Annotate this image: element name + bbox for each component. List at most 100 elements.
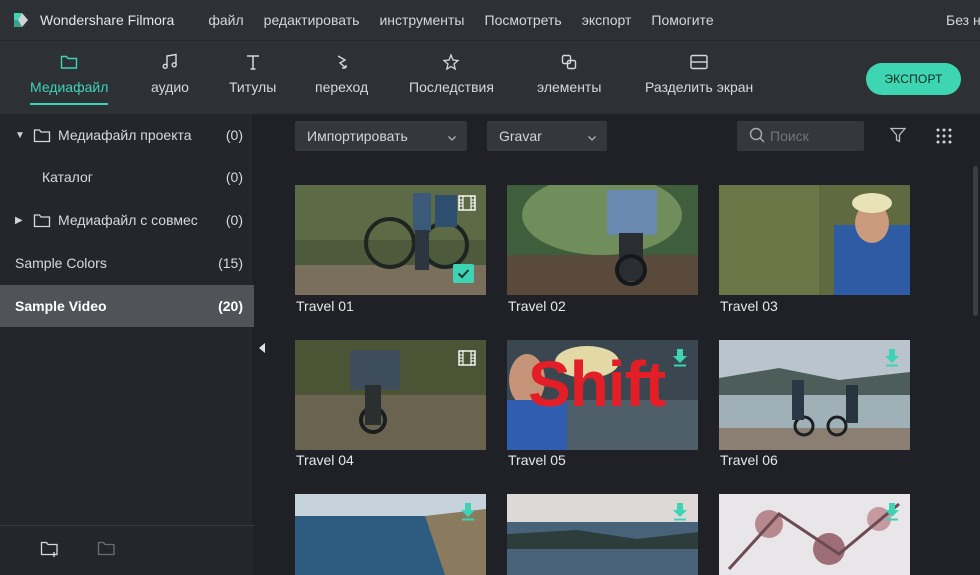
menu-view[interactable]: Посмотреть (485, 12, 562, 28)
sidebar-item-project-media[interactable]: ▼ Медиафайл проекта (0) (0, 114, 254, 156)
folder-icon (60, 51, 78, 73)
media-item-label: Travel 03 (720, 298, 778, 314)
sidebar-item-count: (0) (225, 127, 243, 143)
scrollbar-thumb[interactable] (973, 166, 978, 316)
video-thumbnail (719, 185, 910, 295)
import-dropdown-label: Импортировать (307, 128, 408, 144)
tab-effects[interactable]: Последствия (409, 51, 494, 95)
search-box[interactable] (737, 121, 864, 151)
project-title: Без н (946, 12, 980, 28)
media-item-travel-04[interactable] (295, 340, 486, 450)
sidebar-item-count: (20) (218, 298, 243, 314)
sidebar-item-catalog[interactable]: Каталог (0) (0, 156, 254, 198)
tab-split-screen[interactable]: Разделить экран (645, 51, 753, 95)
export-button[interactable]: ЭКСПОРТ (866, 63, 961, 95)
media-item-label: Travel 01 (296, 298, 354, 314)
video-film-icon (458, 350, 476, 371)
sidebar-item-label: Медиафайл с совмес (58, 212, 198, 228)
search-icon (749, 127, 765, 146)
video-thumbnail (295, 494, 486, 575)
folder-disabled-icon (97, 540, 117, 563)
tab-transitions[interactable]: переход (315, 51, 368, 95)
tab-media-label: Медиафайл (30, 79, 109, 95)
sidebar-item-label: Медиафайл проекта (58, 127, 192, 143)
sidebar-item-label: Sample Colors (15, 255, 107, 271)
collapse-left-arrow-icon[interactable] (258, 340, 266, 358)
chevron-down-icon (587, 130, 597, 146)
tab-effects-label: Последствия (409, 79, 494, 95)
filter-icon[interactable] (889, 126, 907, 149)
sidebar-item-sample-colors[interactable]: Sample Colors (15) (0, 242, 254, 284)
app-name: Wondershare Filmora (40, 12, 175, 28)
record-dropdown[interactable]: Gravar (487, 121, 607, 151)
folder-icon (33, 213, 51, 228)
video-thumbnail (719, 494, 910, 575)
record-dropdown-label: Gravar (499, 128, 542, 144)
sidebar-footer (0, 525, 254, 575)
music-note-icon (161, 51, 179, 73)
split-screen-icon (689, 51, 709, 73)
media-filter-bar: Импортировать Gravar (273, 114, 980, 158)
menu-file[interactable]: файл (208, 12, 243, 28)
download-icon[interactable] (885, 349, 899, 372)
sidebar-item-count: (15) (218, 255, 243, 271)
shift-overlay-text: Shift (528, 348, 666, 420)
tab-audio[interactable]: аудио (151, 51, 189, 95)
download-icon[interactable] (673, 503, 687, 526)
tab-titles[interactable]: Титулы (229, 51, 276, 95)
sidebar-item-sample-video[interactable]: Sample Video (20) (0, 285, 254, 327)
media-item-travel-01[interactable] (295, 185, 486, 295)
main-toolbar: Медиафайл аудио Титулы переход Последств… (0, 40, 980, 114)
checkmark-icon[interactable] (453, 264, 474, 283)
transition-icon (333, 51, 351, 73)
download-icon[interactable] (885, 503, 899, 526)
menu-export[interactable]: экспорт (582, 12, 632, 28)
effects-star-icon (442, 51, 461, 73)
folder-icon (33, 128, 51, 143)
text-icon (244, 51, 262, 73)
media-item-travel-02[interactable] (507, 185, 698, 295)
media-item-travel-06[interactable] (719, 340, 910, 450)
new-folder-icon[interactable] (40, 540, 60, 563)
grid-view-icon[interactable] (935, 127, 953, 150)
media-item-label: Travel 06 (720, 452, 778, 468)
tab-elements-label: элементы (537, 79, 602, 95)
sidebar-item-count: (0) (225, 212, 243, 228)
media-item-label: Travel 05 (508, 452, 566, 468)
expand-arrow-icon[interactable]: ▶ (15, 215, 29, 226)
sidebar-item-label: Каталог (42, 169, 93, 185)
active-tab-underline (30, 103, 109, 105)
elements-icon (560, 51, 578, 73)
menu-edit[interactable]: редактировать (264, 12, 360, 28)
media-item-travel-07[interactable] (295, 494, 486, 575)
search-input[interactable] (770, 128, 860, 144)
download-icon[interactable] (461, 503, 475, 526)
sidebar-collapse-strip[interactable] (254, 114, 273, 575)
menu-help[interactable]: Помогите (651, 12, 713, 28)
video-thumbnail (507, 494, 698, 575)
tab-transitions-label: переход (315, 79, 369, 95)
sidebar-item-count: (0) (225, 169, 243, 185)
menu-tools[interactable]: инструменты (379, 12, 464, 28)
sidebar-item-shared-media[interactable]: ▶ Медиафайл с совмес (0) (0, 199, 254, 241)
tab-elements[interactable]: элементы (537, 51, 601, 95)
media-browser: Импортировать Gravar Поиск Travel 01 Tra… (273, 114, 980, 575)
filmora-logo-icon (11, 10, 31, 30)
download-icon[interactable] (673, 349, 687, 372)
media-item-label: Travel 02 (508, 298, 566, 314)
tab-split-screen-label: Разделить экран (645, 79, 754, 95)
tab-media[interactable]: Медиафайл (30, 51, 109, 105)
tab-audio-label: аудио (151, 79, 189, 95)
chevron-down-icon (447, 130, 457, 146)
video-thumbnail (719, 340, 910, 450)
media-item-label: Travel 04 (296, 452, 354, 468)
expand-arrow-icon[interactable]: ▼ (15, 130, 29, 141)
video-film-icon (458, 195, 476, 216)
video-thumbnail (507, 185, 698, 295)
media-item-travel-08[interactable] (507, 494, 698, 575)
media-item-travel-03[interactable] (719, 185, 910, 295)
media-item-travel-09[interactable] (719, 494, 910, 575)
media-scrollbar[interactable] (971, 158, 980, 575)
tab-titles-label: Титулы (229, 79, 277, 95)
import-dropdown[interactable]: Импортировать (295, 121, 467, 151)
